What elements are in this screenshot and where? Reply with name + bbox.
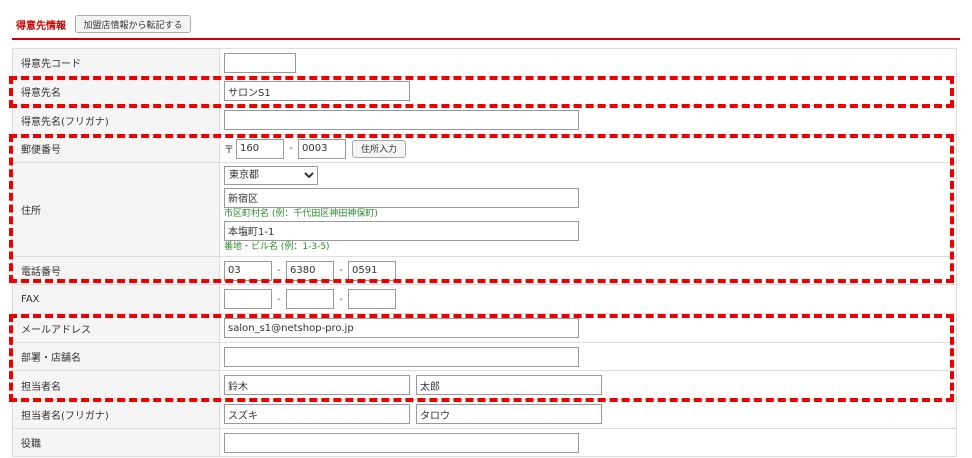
email-input[interactable] xyxy=(224,318,579,338)
section-title: 得意先情報 xyxy=(16,21,66,32)
row-phone: 電話番号 -- xyxy=(12,256,957,285)
label-department: 部署・店舗名 xyxy=(12,342,220,371)
customer-form: 得意先コード 得意先名 得意先名(フリガナ) 郵便番号 〒 - 住所入力 住所 東京… xyxy=(12,48,957,457)
row-email: メールアドレス xyxy=(12,313,957,343)
street-input[interactable] xyxy=(224,220,579,241)
postal-code-second-input[interactable] xyxy=(298,138,346,159)
label-customer-name: 得意先名 xyxy=(12,76,220,106)
label-address: 住所 xyxy=(12,162,220,257)
row-postal-code: 郵便番号 〒 - 住所入力 xyxy=(12,134,957,163)
row-address: 住所 東京都 市区町村名 (例：千代田区神田神保町) 番地・ビル名 (例：1-3… xyxy=(12,162,957,257)
city-input[interactable] xyxy=(224,187,579,208)
row-customer-name-kana: 得意先名(フリガナ) xyxy=(12,105,957,135)
fax-second-input[interactable] xyxy=(286,289,334,309)
label-email: メールアドレス xyxy=(12,313,220,343)
position-input[interactable] xyxy=(224,432,579,453)
person-last-name-kana-input[interactable] xyxy=(224,404,410,424)
person-last-name-input[interactable] xyxy=(224,375,410,395)
phone-third-input[interactable] xyxy=(348,260,396,281)
copy-from-store-button[interactable]: 加盟店情報から転記する xyxy=(75,15,191,33)
row-person: 担当者名 xyxy=(12,370,957,400)
customer-name-input[interactable] xyxy=(224,81,410,101)
label-customer-code: 得意先コード xyxy=(12,48,220,77)
city-hint: 市区町村名 (例：千代田区神田神保町) xyxy=(224,208,378,219)
section-header: 得意先情報 加盟店情報から転記する xyxy=(12,14,960,40)
street-hint: 番地・ビル名 (例：1-3-5) xyxy=(224,241,330,252)
label-person-kana: 担当者名(フリガナ) xyxy=(12,399,220,429)
label-phone: 電話番号 xyxy=(12,256,220,285)
fax-third-input[interactable] xyxy=(348,289,396,309)
label-position: 役職 xyxy=(12,428,220,457)
customer-code-input[interactable] xyxy=(224,52,296,73)
prefecture-select[interactable]: 東京都 xyxy=(224,165,318,185)
postal-dash: - xyxy=(289,143,293,154)
label-postal-code: 郵便番号 xyxy=(12,134,220,163)
phone-first-input[interactable] xyxy=(224,260,272,281)
row-position: 役職 xyxy=(12,428,957,457)
label-fax: FAX xyxy=(12,284,220,314)
phone-second-input[interactable] xyxy=(286,260,334,281)
row-customer-code: 得意先コード xyxy=(12,48,957,77)
department-input[interactable] xyxy=(224,346,579,367)
label-person: 担当者名 xyxy=(12,370,220,400)
label-customer-name-kana: 得意先名(フリガナ) xyxy=(12,105,220,135)
address-lookup-button[interactable]: 住所入力 xyxy=(352,139,406,158)
postal-mark-icon: 〒 xyxy=(224,145,234,156)
person-first-name-input[interactable] xyxy=(416,375,602,395)
row-department: 部署・店舗名 xyxy=(12,342,957,371)
customer-name-kana-input[interactable] xyxy=(224,110,579,130)
fax-first-input[interactable] xyxy=(224,289,272,309)
row-person-kana: 担当者名(フリガナ) xyxy=(12,399,957,429)
row-fax: FAX -- xyxy=(12,284,957,314)
postal-code-first-input[interactable] xyxy=(236,138,284,159)
title-divider xyxy=(12,38,960,40)
person-first-name-kana-input[interactable] xyxy=(416,404,602,424)
row-customer-name: 得意先名 xyxy=(12,76,957,106)
